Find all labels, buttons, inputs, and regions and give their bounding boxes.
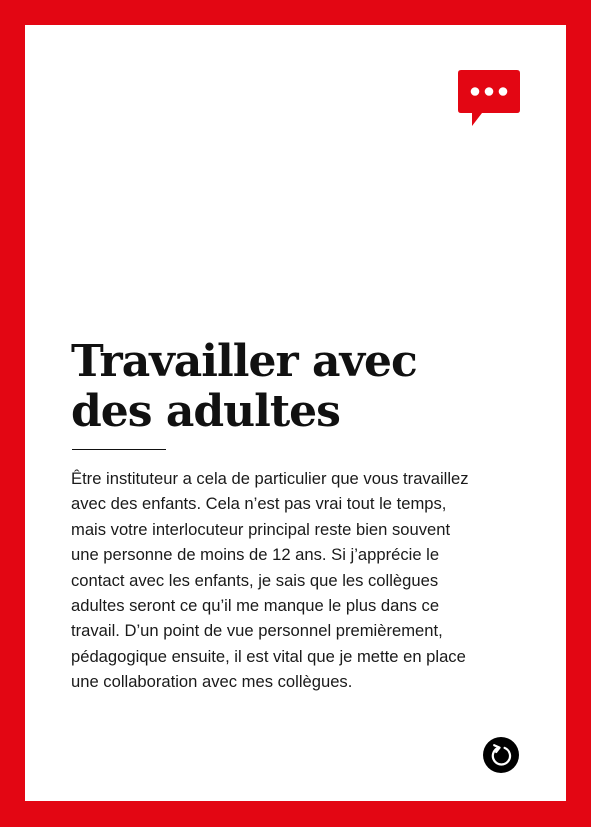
- body-line: Être instituteur a cela de particulier q…: [71, 469, 469, 488]
- body-line: une collaboration avec mes collègues.: [71, 672, 353, 692]
- card-body-text: Être instituteur a cela de particulier q…: [71, 466, 531, 695]
- card-title-line: Travailler avec: [71, 336, 418, 387]
- card-title: Travailler avec des adultes: [71, 336, 418, 437]
- title-divider: [72, 449, 166, 450]
- body-line: avec des enfants. Cela n’est pas vrai to…: [71, 494, 447, 514]
- body-line: mais votre interlocuteur principal reste…: [71, 519, 451, 539]
- body-line: une personne de moins de 12 ans. Si j’ap…: [71, 545, 440, 565]
- speech-bubble-ellipsis-icon: [458, 70, 520, 126]
- turn-card-button[interactable]: [483, 737, 519, 773]
- body-line: travail. D’un point de vue personnel pre…: [71, 621, 443, 641]
- body-line: adultes seront ce qu’il me manque le plu…: [71, 596, 440, 616]
- card-content: Travailler avec des adultes Être institu…: [25, 25, 566, 801]
- body-line: pédagogique ensuite, il est vital que je…: [71, 646, 466, 666]
- card-title-line: des adultes: [71, 386, 341, 437]
- body-line: contact avec les enfants, je sais que le…: [71, 570, 439, 590]
- turn-card-arrow-icon: [491, 744, 512, 766]
- card-frame: Travailler avec des adultes Être institu…: [0, 0, 591, 827]
